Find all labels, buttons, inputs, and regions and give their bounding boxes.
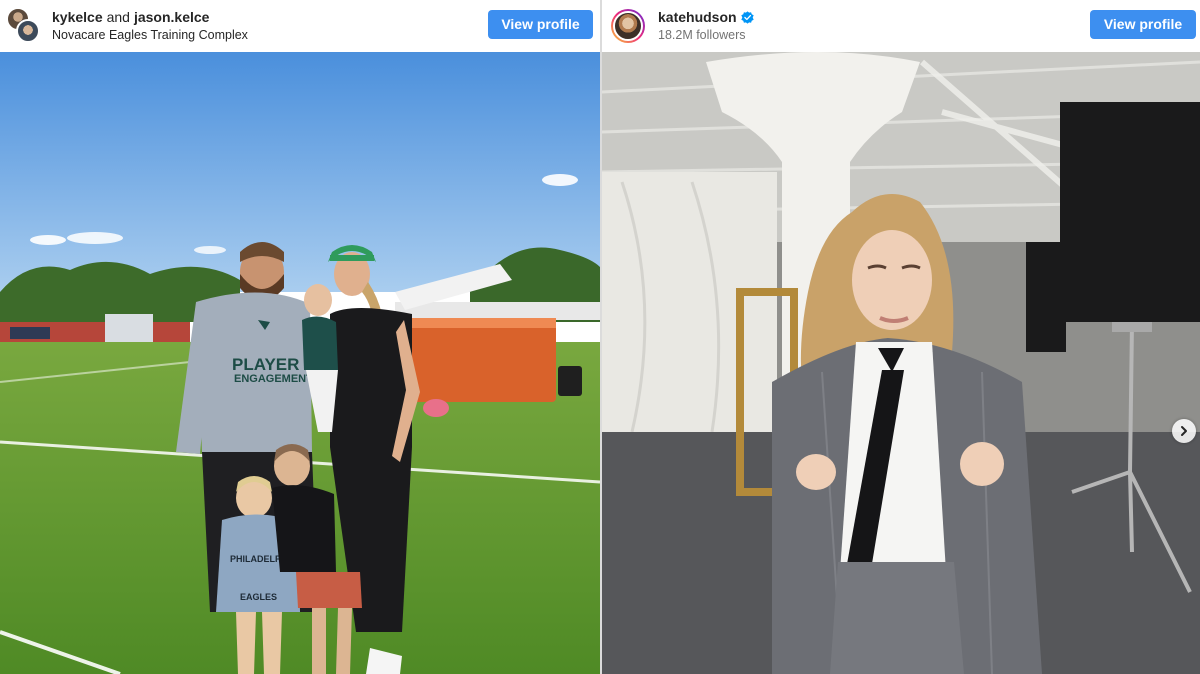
post-meta: kykelce and jason.kelce Novacare Eagles …	[52, 9, 248, 43]
username-katehudson[interactable]: katehudson	[658, 9, 737, 26]
shirt-text-engagement: ENGAGEMENT	[234, 373, 313, 385]
post-header: kykelce and jason.kelce Novacare Eagles …	[0, 0, 600, 52]
kid-shirt-text-eagles: EAGLES	[240, 592, 277, 602]
avatar-katehudson[interactable]	[611, 9, 645, 43]
avatar-image	[613, 11, 643, 41]
follower-count: 18.2M followers	[658, 28, 746, 42]
location-link[interactable]: Novacare Eagles Training Complex	[52, 27, 248, 43]
view-profile-button[interactable]: View profile	[488, 10, 593, 39]
collab-usernames: kykelce and jason.kelce	[52, 9, 248, 26]
instagram-post-kelce: kykelce and jason.kelce Novacare Eagles …	[0, 0, 600, 674]
view-profile-button[interactable]: View profile	[1090, 10, 1196, 39]
post-photo-family-on-field[interactable]: PLAYER ENGAGEMENT PHILADELPHIA EAGLES	[0, 52, 600, 674]
username-jason-kelce[interactable]: jason.kelce	[134, 9, 210, 26]
carousel-next-button[interactable]	[1172, 419, 1196, 443]
username-row: katehudson	[658, 9, 754, 26]
post-photo-studio-portrait[interactable]	[602, 52, 1200, 674]
post-header: katehudson 18.2M followers View profile	[602, 0, 1200, 52]
verified-badge-icon	[740, 11, 754, 24]
post-meta: katehudson 18.2M followers	[658, 9, 754, 43]
chevron-right-icon	[1181, 426, 1187, 436]
conjunction-text: and	[106, 9, 130, 25]
instagram-post-katehudson: katehudson 18.2M followers View profile	[602, 0, 1200, 674]
collab-avatars[interactable]	[6, 7, 44, 45]
shirt-text-player: PLAYER	[232, 355, 299, 374]
username-kykelce[interactable]: kykelce	[52, 9, 103, 26]
avatar-jason-kelce[interactable]	[16, 19, 40, 43]
